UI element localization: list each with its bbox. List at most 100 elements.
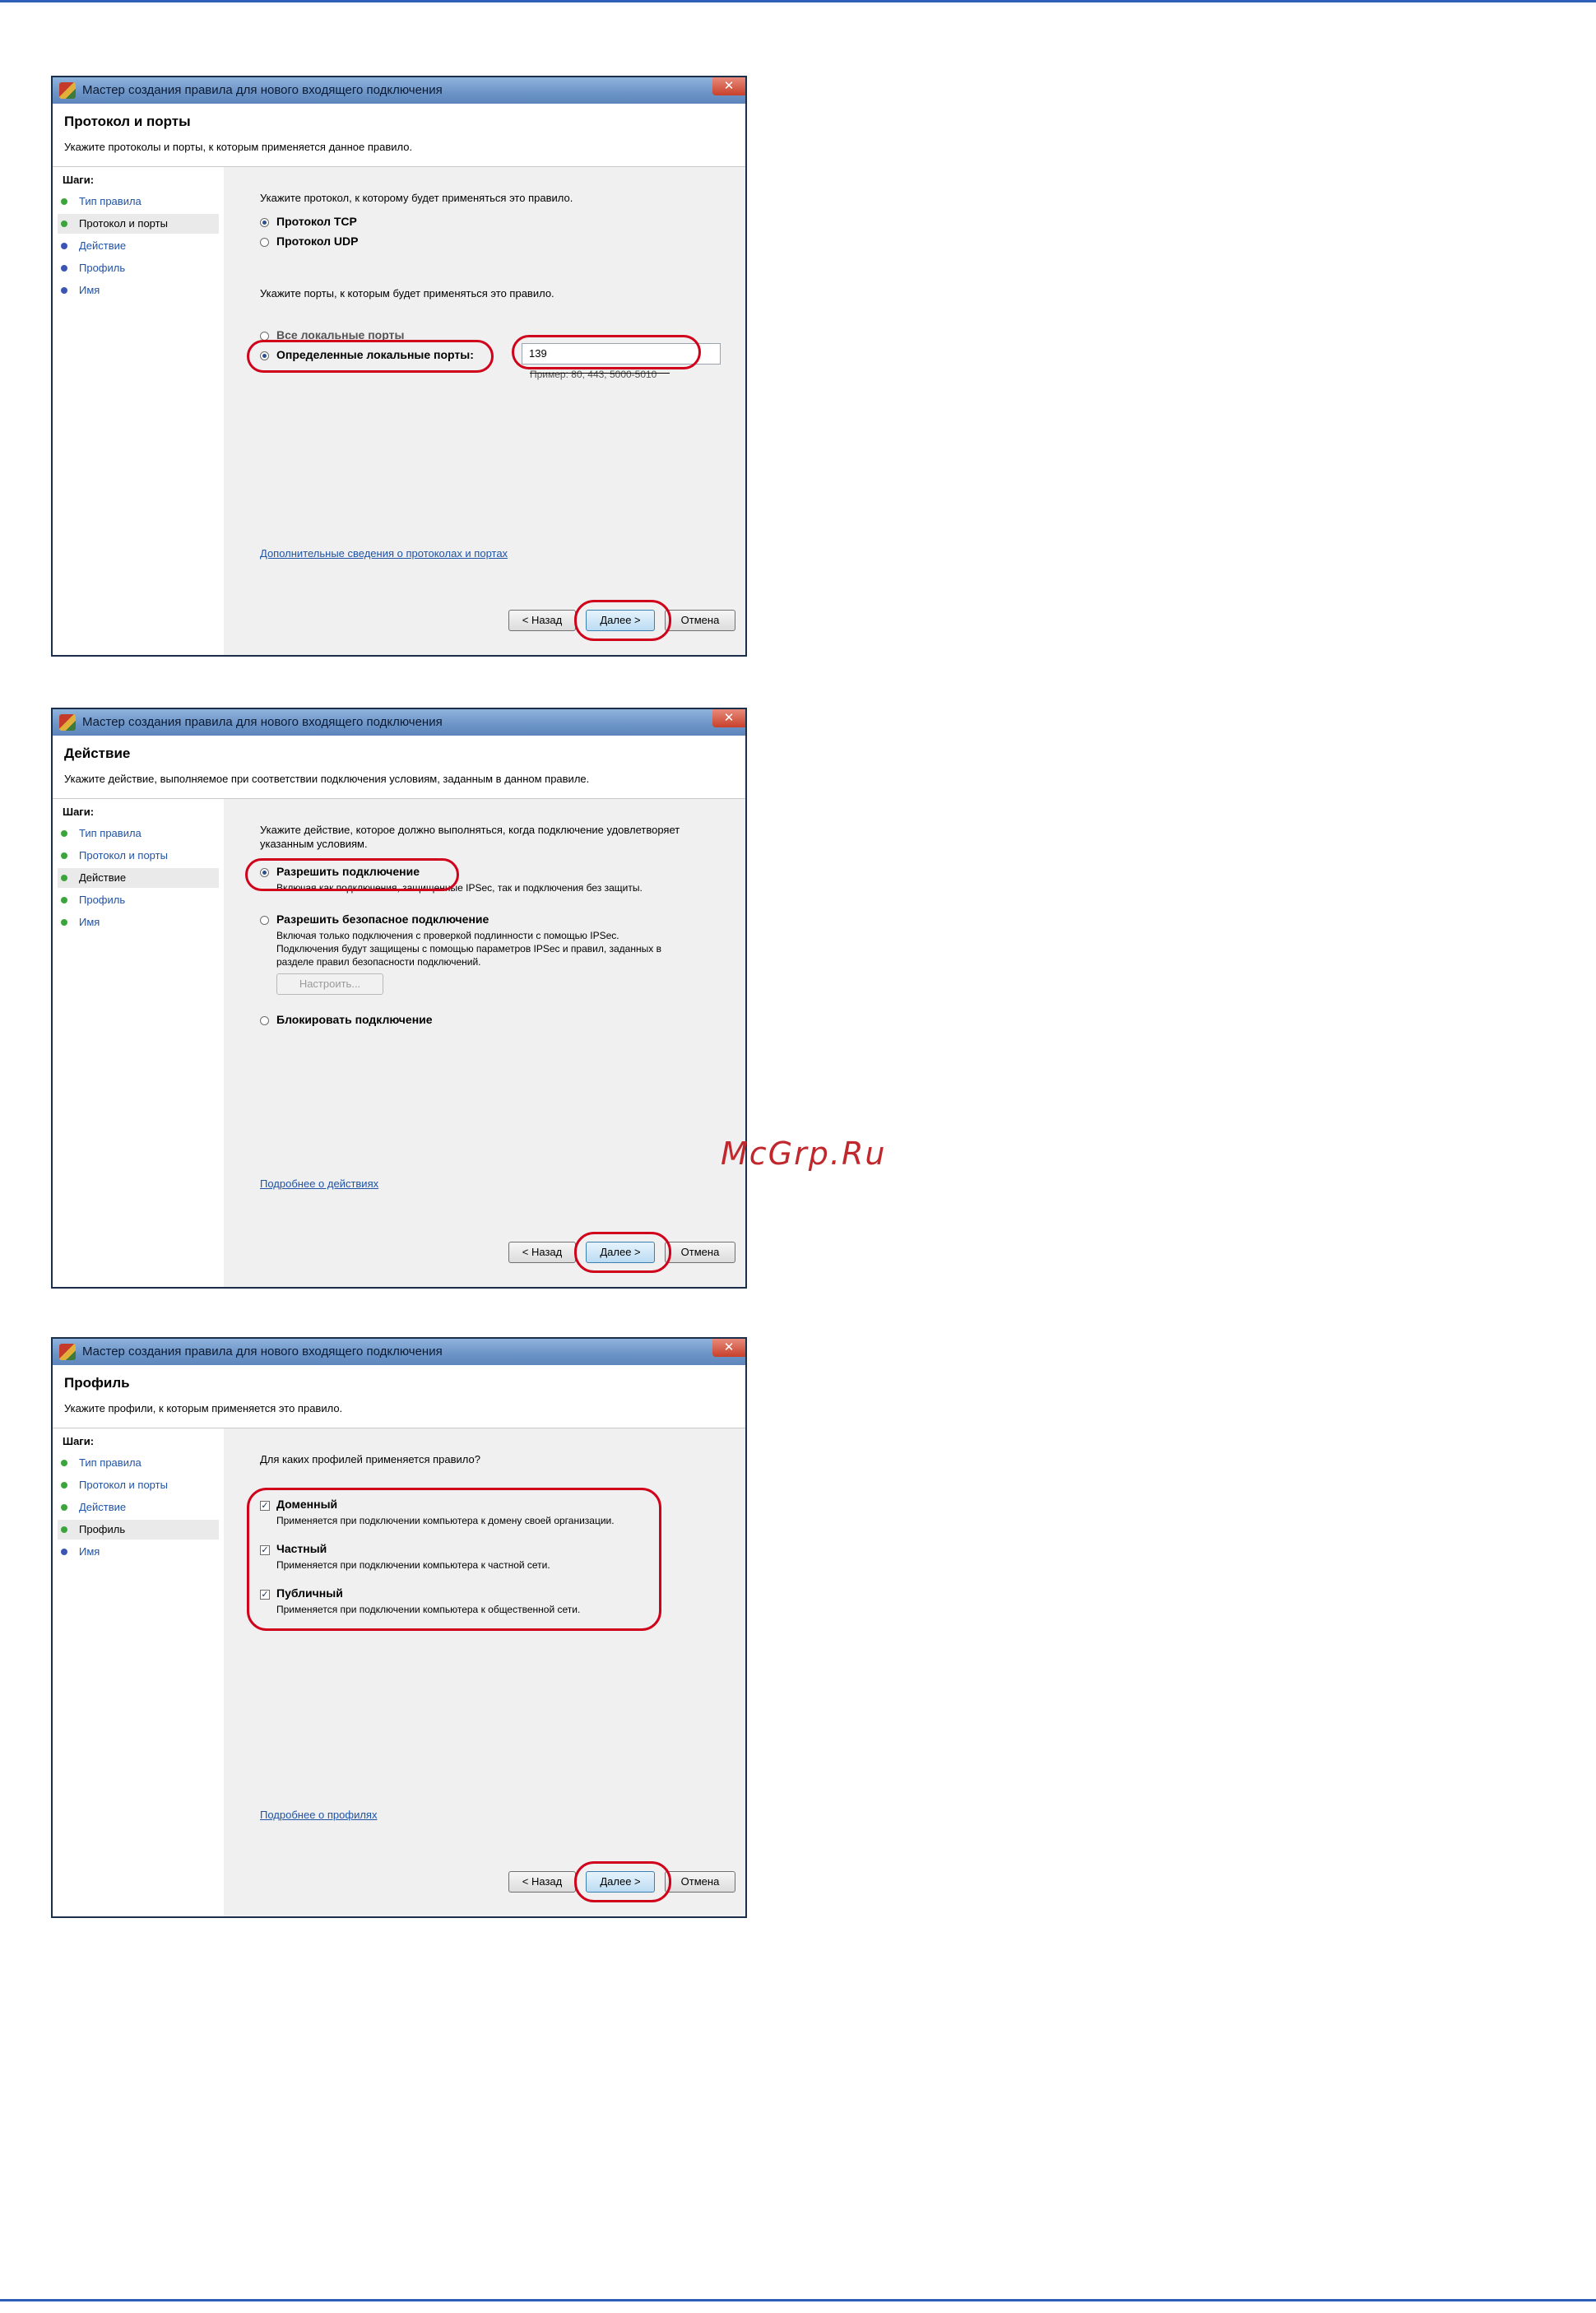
step-pending-icon <box>61 919 67 926</box>
title-bar[interactable]: Мастер создания правила для нового входя… <box>53 1339 745 1365</box>
private-description: Применяется при подключении компьютера к… <box>276 1559 550 1571</box>
step-pending-icon <box>61 897 67 903</box>
page-content: Для каких профилей применяется правило? … <box>224 1428 745 1916</box>
step-done-icon <box>61 198 67 205</box>
steps-panel: Шаги: Тип правила Протокол и порты Дейст… <box>53 1428 224 1916</box>
step-done-icon <box>61 1504 67 1511</box>
bottom-rule <box>0 2299 1596 2301</box>
step-rule-type[interactable]: Тип правила <box>58 1453 219 1473</box>
step-current-icon <box>61 1526 67 1533</box>
back-button[interactable]: < Назад <box>508 610 576 631</box>
steps-title: Шаги: <box>63 174 95 186</box>
step-action[interactable]: Действие <box>58 236 219 256</box>
wizard-dialog-profile: Мастер создания правила для нового входя… <box>51 1337 747 1918</box>
domain-description: Применяется при подключении компьютера к… <box>276 1515 615 1526</box>
step-pending-icon <box>61 287 67 294</box>
step-current-icon <box>61 221 67 227</box>
action-question-line1: Укажите действие, которое должно выполня… <box>260 824 680 836</box>
step-done-icon <box>61 1460 67 1466</box>
page-title: Протокол и порты <box>64 114 191 129</box>
action-question-line2: указанным условиям. <box>260 838 368 850</box>
radio-allow-label: Разрешить подключение <box>276 865 420 878</box>
title-bar[interactable]: Мастер создания правила для нового входя… <box>53 77 745 104</box>
cancel-button[interactable]: Отмена <box>665 1871 735 1893</box>
page-header: Протокол и порты Укажите протоколы и пор… <box>53 104 745 167</box>
close-button[interactable]: ✕ <box>712 1339 745 1357</box>
page-header: Профиль Укажите профили, к которым приме… <box>53 1365 745 1428</box>
radio-specific-ports-label: Определенные локальные порты: <box>276 348 474 361</box>
cancel-button[interactable]: Отмена <box>665 1242 735 1263</box>
secure-description-2: Подключения будут защищены с помощью пар… <box>276 943 661 954</box>
action-help-link[interactable]: Подробнее о действиях <box>260 1177 378 1190</box>
top-rule <box>0 0 1596 2</box>
step-current-icon <box>61 875 67 881</box>
radio-block-label: Блокировать подключение <box>276 1013 433 1026</box>
radio-all-ports[interactable] <box>260 332 269 341</box>
checkbox-domain-label: Доменный <box>276 1498 338 1511</box>
next-button[interactable]: Далее > <box>586 610 655 631</box>
steps-panel: Шаги: Тип правила Протокол и порты Дейст… <box>53 799 224 1287</box>
secure-description-3: разделе правил безопасности подключений. <box>276 956 481 968</box>
customize-button[interactable]: Настроить... <box>276 973 383 995</box>
step-profile[interactable]: Профиль <box>58 258 219 278</box>
firewall-icon <box>59 714 76 731</box>
step-pending-icon <box>61 243 67 249</box>
step-done-icon <box>61 852 67 859</box>
ports-example: Пример: 80, 443, 5000-5010 <box>530 369 657 380</box>
step-pending-icon <box>61 265 67 272</box>
radio-block[interactable] <box>260 1016 269 1025</box>
step-protocol-ports[interactable]: Протокол и порты <box>58 846 219 866</box>
checkbox-public[interactable]: ✓ <box>260 1590 270 1600</box>
protocol-help-link[interactable]: Дополнительные сведения о протоколах и п… <box>260 547 508 560</box>
profile-help-link[interactable]: Подробнее о профилях <box>260 1809 377 1821</box>
radio-allow[interactable] <box>260 868 269 877</box>
next-button[interactable]: Далее > <box>586 1242 655 1263</box>
page-content: Укажите протокол, к которому будет приме… <box>224 167 745 655</box>
step-protocol-ports[interactable]: Протокол и порты <box>58 214 219 234</box>
steps-title: Шаги: <box>63 806 95 818</box>
step-action[interactable]: Действие <box>58 1498 219 1517</box>
strike-line <box>276 340 423 341</box>
back-button[interactable]: < Назад <box>508 1871 576 1893</box>
profile-question: Для каких профилей применяется правило? <box>260 1453 480 1465</box>
radio-secure-label: Разрешить безопасное подключение <box>276 913 489 926</box>
wizard-dialog-action: Мастер создания правила для нового входя… <box>51 708 747 1289</box>
step-profile[interactable]: Профиль <box>58 890 219 910</box>
step-name[interactable]: Имя <box>58 281 219 300</box>
radio-tcp[interactable] <box>260 218 269 227</box>
step-profile[interactable]: Профиль <box>58 1520 219 1540</box>
radio-tcp-label: Протокол TCP <box>276 215 357 228</box>
window-title: Мастер создания правила для нового входя… <box>82 1345 443 1359</box>
back-button[interactable]: < Назад <box>508 1242 576 1263</box>
ports-input[interactable]: 139 <box>522 343 721 365</box>
next-button[interactable]: Далее > <box>586 1871 655 1893</box>
window-title: Мастер создания правила для нового входя… <box>82 83 443 97</box>
step-name[interactable]: Имя <box>58 1542 219 1562</box>
checkbox-private-label: Частный <box>276 1542 327 1555</box>
radio-secure[interactable] <box>260 916 269 925</box>
checkbox-private[interactable]: ✓ <box>260 1545 270 1555</box>
radio-udp[interactable] <box>260 238 269 247</box>
page-subtitle: Укажите протоколы и порты, к которым при… <box>64 141 413 153</box>
page-title: Действие <box>64 745 131 761</box>
allow-description: Включая как подключения, защищенные IPSe… <box>276 882 643 894</box>
wizard-dialog-protocol-ports: Мастер создания правила для нового входя… <box>51 76 747 657</box>
step-protocol-ports[interactable]: Протокол и порты <box>58 1475 219 1495</box>
step-name[interactable]: Имя <box>58 913 219 932</box>
step-action[interactable]: Действие <box>58 868 219 888</box>
steps-title: Шаги: <box>63 1435 95 1447</box>
firewall-icon <box>59 1344 76 1360</box>
title-bar[interactable]: Мастер создания правила для нового входя… <box>53 709 745 736</box>
cancel-button[interactable]: Отмена <box>665 610 735 631</box>
page-subtitle: Укажите действие, выполняемое при соотве… <box>64 773 590 785</box>
radio-udp-label: Протокол UDP <box>276 235 359 248</box>
step-rule-type[interactable]: Тип правила <box>58 192 219 211</box>
checkbox-public-label: Публичный <box>276 1586 343 1600</box>
checkbox-domain[interactable]: ✓ <box>260 1501 270 1511</box>
close-button[interactable]: ✕ <box>712 77 745 95</box>
step-rule-type[interactable]: Тип правила <box>58 824 219 843</box>
watermark: McGrp.Ru <box>721 1136 887 1172</box>
steps-panel: Шаги: Тип правила Протокол и порты Дейст… <box>53 167 224 655</box>
close-button[interactable]: ✕ <box>712 709 745 727</box>
radio-specific-ports[interactable] <box>260 351 269 360</box>
